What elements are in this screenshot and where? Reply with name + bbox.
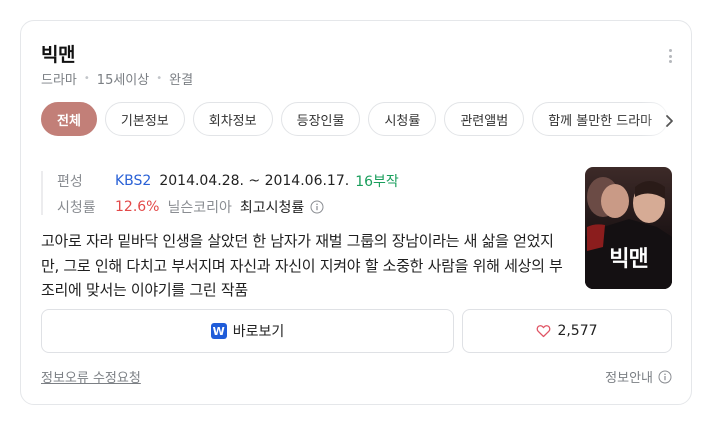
info-circle-icon[interactable] — [310, 200, 324, 214]
info-divider — [41, 171, 43, 215]
watch-now-label: 바로보기 — [232, 324, 285, 340]
rating-type: 최고시청률 — [239, 200, 305, 216]
drama-poster[interactable]: 빅맨 — [585, 167, 672, 289]
tab-basic-info[interactable]: 기본정보 — [104, 102, 185, 136]
watch-now-button[interactable]: W 바로보기 — [41, 309, 454, 353]
tab-bar: 전체 기본정보 회차정보 등장인물 시청률 관련앨범 함께 볼만한 드라마 — [41, 102, 681, 136]
meta-separator: • — [83, 73, 90, 84]
info-guide-label: 정보안내 — [605, 371, 653, 386]
report-error-link[interactable]: 정보오류 수정요청 — [41, 367, 141, 386]
drama-meta: 드라마 • 15세이상 • 완결 — [41, 69, 193, 88]
tab-albums[interactable]: 관련앨범 — [444, 102, 525, 136]
drama-description: 고아로 자라 밑바닥 인생을 살았던 한 남자가 재벌 그룹의 장남이라는 새 … — [41, 232, 563, 299]
network-link[interactable]: KBS2 — [115, 173, 151, 189]
chevron-right-icon[interactable] — [661, 113, 677, 129]
tab-characters[interactable]: 등장인물 — [280, 102, 361, 136]
meta-separator: • — [156, 73, 163, 84]
rating-value: 12.6% — [115, 199, 160, 215]
drama-info-card: 빅맨 드라마 • 15세이상 • 완결 전체 기본정보 회차정보 등장인물 시청… — [20, 20, 692, 405]
tab-all[interactable]: 전체 — [41, 102, 97, 136]
like-button[interactable]: 2,577 — [462, 309, 672, 353]
broadcast-row: 편성 KBS2 2014.04.28. ~ 2014.06.17. 16부작 — [57, 171, 399, 191]
rating-source: 닐슨코리아 — [167, 200, 232, 216]
rating-row: 시청률 12.6% 닐슨코리아 최고시청률 — [57, 197, 324, 217]
rating-label: 시청률 — [57, 200, 96, 216]
more-options-icon[interactable] — [669, 49, 673, 63]
heart-outline-icon — [537, 325, 551, 338]
drama-title[interactable]: 빅맨 — [41, 40, 75, 67]
info-guide-link[interactable]: 정보안내 — [605, 367, 672, 386]
info-circle-icon — [658, 370, 672, 383]
tab-ratings[interactable]: 시청률 — [368, 102, 437, 136]
tab-episode-info[interactable]: 회차정보 — [192, 102, 273, 136]
meta-genre: 드라마 — [41, 73, 77, 88]
broadcast-period: 2014.04.28. ~ 2014.06.17. — [159, 173, 350, 189]
meta-age-rating: 15세이상 — [96, 73, 150, 88]
broadcast-label: 편성 — [57, 174, 83, 190]
poster-title: 빅맨 — [609, 247, 648, 272]
meta-status: 완결 — [169, 73, 194, 88]
wavve-logo-icon: W — [210, 323, 227, 339]
episode-count[interactable]: 16부작 — [355, 171, 399, 191]
like-count: 2,577 — [557, 323, 598, 339]
